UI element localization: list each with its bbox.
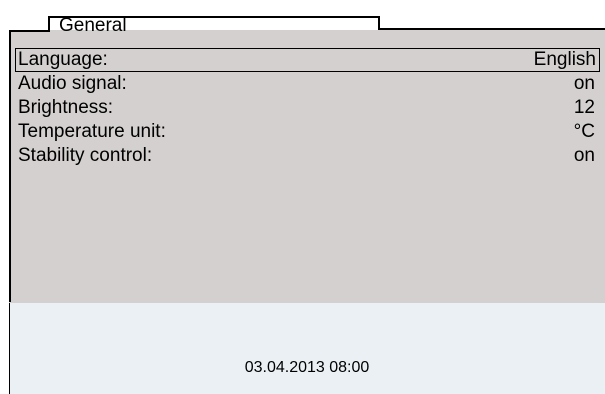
setting-value: 12 bbox=[573, 97, 595, 118]
setting-value: on bbox=[573, 73, 595, 94]
device-screen: General Language: English Audio signal: … bbox=[0, 0, 605, 394]
status-bar bbox=[9, 303, 605, 394]
setting-value: on bbox=[573, 145, 595, 166]
tab-general[interactable]: General bbox=[59, 15, 127, 37]
setting-row-temperature-unit[interactable]: Temperature unit: °C bbox=[9, 120, 605, 144]
setting-label: Stability control: bbox=[18, 145, 153, 166]
setting-label: Temperature unit: bbox=[18, 121, 166, 142]
setting-row-language[interactable]: Language: English bbox=[15, 48, 600, 72]
setting-label: Brightness: bbox=[18, 97, 114, 118]
date-time-display: 03.04.2013 08:00 bbox=[244, 359, 370, 376]
setting-row-audio-signal[interactable]: Audio signal: on bbox=[9, 72, 605, 96]
setting-value: °C bbox=[573, 121, 595, 142]
settings-list: Language: English Audio signal: on Brigh… bbox=[9, 48, 605, 168]
setting-label: Language: bbox=[18, 49, 108, 70]
setting-label: Audio signal: bbox=[18, 73, 127, 94]
setting-row-stability-control[interactable]: Stability control: on bbox=[9, 144, 605, 168]
setting-value: English bbox=[533, 49, 596, 70]
setting-row-brightness[interactable]: Brightness: 12 bbox=[9, 96, 605, 120]
